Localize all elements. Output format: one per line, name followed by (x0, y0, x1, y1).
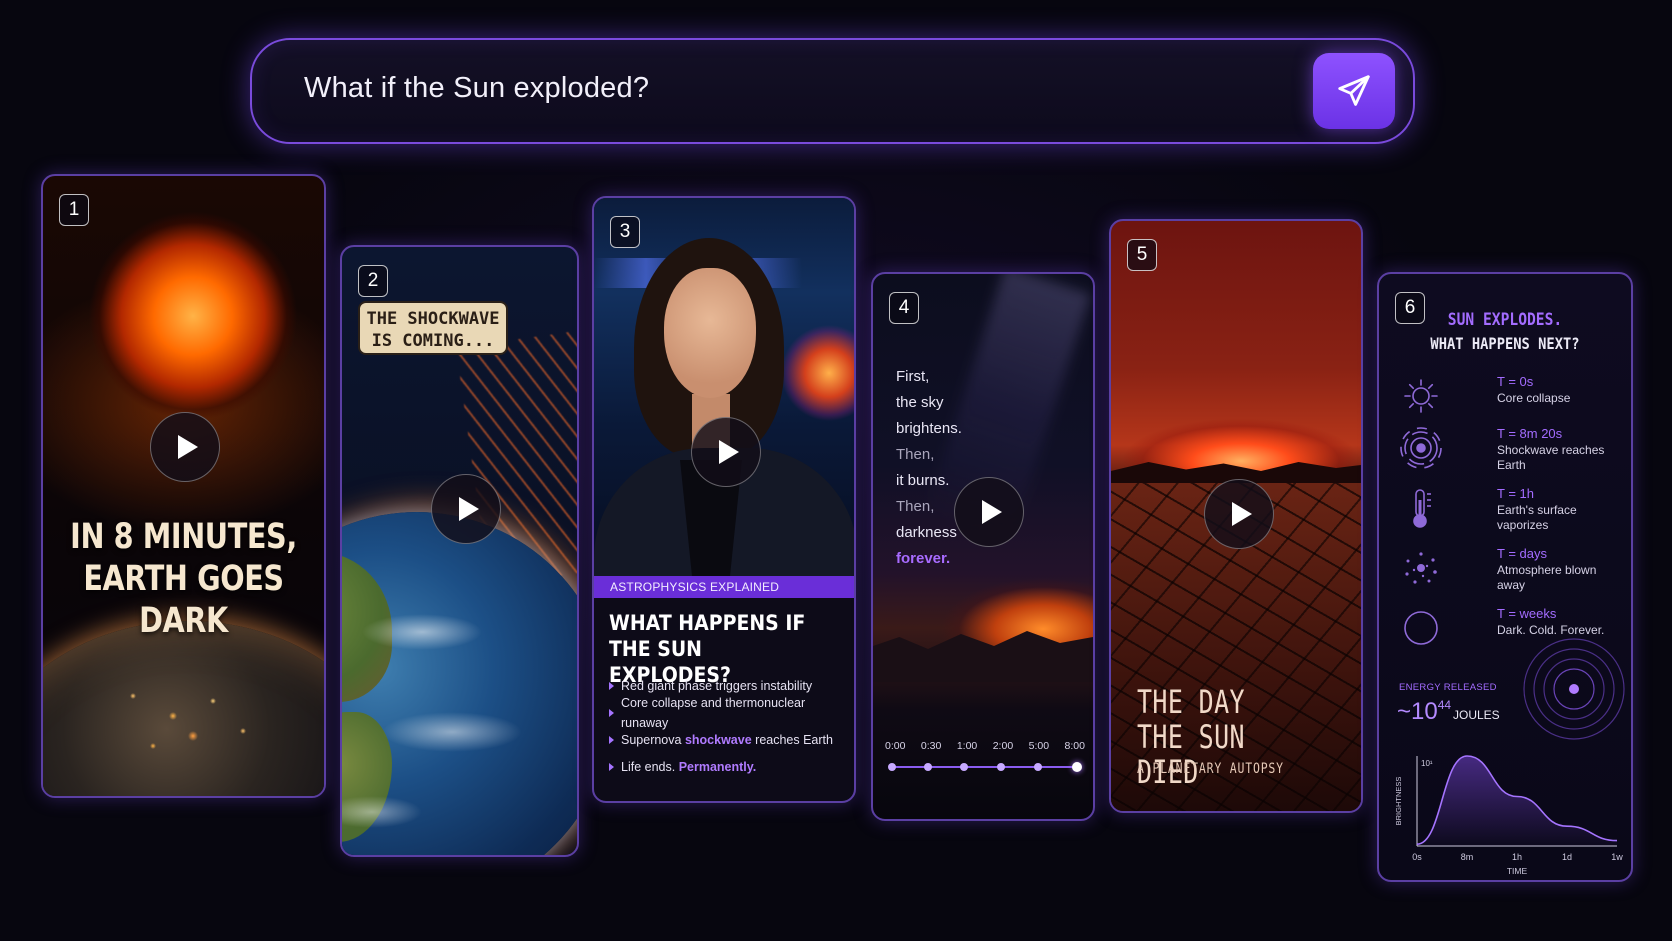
prompt-input[interactable]: What if the Sun exploded? (304, 72, 649, 105)
city-lights (113, 676, 273, 766)
play-icon (718, 440, 739, 464)
play-button[interactable] (1204, 479, 1274, 549)
energy-value: ~1044 (1397, 698, 1452, 725)
send-icon (1338, 75, 1370, 106)
event-item: T = 0s Core collapse (1399, 374, 1624, 424)
timeline-marker[interactable] (1034, 763, 1042, 771)
bullet-item: Core collapse and thermonuclear runaway (609, 696, 854, 730)
video-card-2[interactable]: 2 THE SHOCKWAVE IS COMING... (340, 245, 579, 857)
video-card-5[interactable]: 5 THE DAY THE SUN DIED A PLANETARY AUTOP… (1109, 219, 1363, 813)
x-tick-label: 0s (1412, 852, 1422, 862)
thermometer-icon (1413, 489, 1431, 528)
card-number-badge: 3 (610, 216, 640, 248)
card-number-badge: 1 (59, 194, 89, 226)
x-tick-label: 1w (1611, 852, 1623, 862)
card1-headline: IN 8 MINUTES, EARTH GOES DARK (70, 517, 297, 641)
shockwave-icon (1400, 427, 1442, 469)
x-tick-label: 1d (1562, 852, 1572, 862)
y-tick-label: 10¹ (1421, 759, 1433, 768)
card-number-badge: 2 (358, 265, 388, 297)
timeline-marker[interactable] (888, 763, 896, 771)
category-label: ASTROPHYSICS EXPLAINED (594, 576, 854, 598)
timeline-marker[interactable] (924, 763, 932, 771)
video-card-3[interactable]: 3 ASTROPHYSICS EXPLAINED WHAT HAPPENS IF… (592, 196, 856, 803)
video-card-1[interactable]: 1 IN 8 MINUTES, EARTH GOES DARK (41, 174, 326, 798)
narration-text: First, the sky brightens. Then, it burns… (896, 368, 962, 567)
mountain-silhouette (873, 631, 1093, 682)
bullet-item: Supernova shockwave reaches Earth (609, 726, 854, 753)
prompt-bar[interactable]: What if the Sun exploded? (250, 38, 1415, 144)
timeline-handle[interactable] (1072, 762, 1082, 772)
empty-circle-icon (1404, 611, 1438, 645)
sun-icon (1404, 379, 1438, 413)
x-axis-label: TIME (1507, 866, 1528, 874)
series-area (1417, 756, 1617, 846)
event-item: T = days Atmosphere blown away (1399, 546, 1624, 596)
video-card-4[interactable]: 4 First, the sky brightens. Then, it bur… (871, 272, 1095, 821)
clouds (342, 512, 577, 855)
card-number-badge: 6 (1395, 292, 1425, 324)
play-icon (458, 497, 479, 521)
send-button[interactable] (1313, 53, 1395, 129)
card6-subtitle: WHAT HAPPENS NEXT? (1430, 334, 1580, 353)
play-icon (1231, 502, 1252, 526)
card6-title: SUN EXPLODES. (1447, 310, 1563, 330)
x-tick-label: 8m (1461, 852, 1474, 862)
energy-radar-graphic (1523, 638, 1625, 740)
brightness-chart: 0s 8m 1h 1d 1w 10¹ TIME BRIGHTNESS (1394, 755, 1623, 874)
card-number-badge: 5 (1127, 239, 1157, 271)
bullet-item: Life ends. Permanently. (609, 753, 854, 780)
timeline-labels: 0:00 0:30 1:00 2:00 5:00 8:00 (885, 740, 1085, 752)
bullet-list: Red giant phase triggers instability Cor… (609, 672, 854, 780)
video-card-6[interactable]: 6 SUN EXPLODES. WHAT HAPPENS NEXT? T = 0… (1377, 272, 1633, 882)
timeline-scrubber[interactable] (888, 762, 1082, 772)
earth-day-image (342, 512, 577, 855)
energy-unit: JOULES (1453, 708, 1500, 722)
card5-subtitle: A PLANETARY AUTOPSY (1137, 761, 1284, 777)
play-button[interactable] (431, 474, 501, 544)
play-icon (177, 435, 198, 459)
event-item: T = 8m 20s Shockwave reaches Earth (1399, 426, 1624, 476)
play-button[interactable] (150, 412, 220, 482)
comic-caption: THE SHOCKWAVE IS COMING... (358, 301, 508, 355)
play-icon (981, 500, 1002, 524)
timeline-marker[interactable] (960, 763, 968, 771)
y-axis-label: BRIGHTNESS (1394, 777, 1403, 826)
news-studio-background (594, 198, 854, 588)
event-item: T = 1h Earth's surface vaporizes (1399, 486, 1624, 536)
timeline-marker[interactable] (997, 763, 1005, 771)
scatter-icon (1405, 552, 1437, 584)
play-button[interactable] (691, 417, 761, 487)
x-tick-label: 1h (1512, 852, 1522, 862)
energy-label: ENERGY RELEASED (1399, 682, 1497, 693)
play-button[interactable] (954, 477, 1024, 547)
anchor-face (664, 268, 756, 398)
card-number-badge: 4 (889, 292, 919, 324)
